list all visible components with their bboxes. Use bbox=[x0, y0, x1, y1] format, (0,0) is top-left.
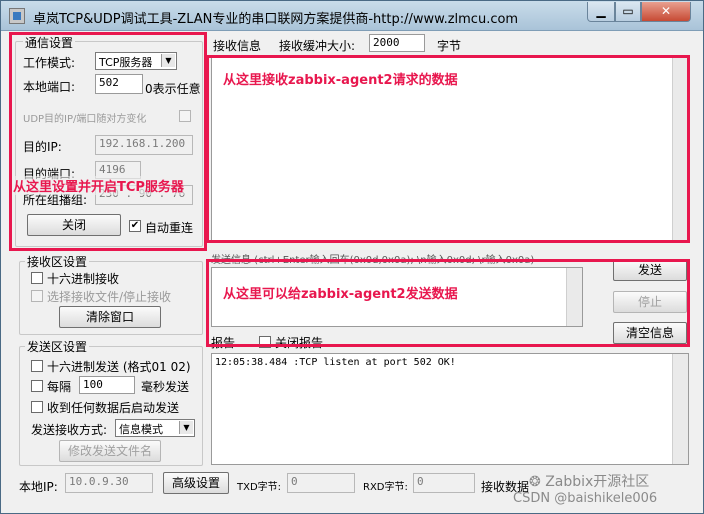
select-file-checkbox[interactable] bbox=[31, 290, 43, 302]
title-bar[interactable]: 卓岚TCP&UDP调试工具-ZLAN专业的串口联网方案提供商-http://ww… bbox=[1, 1, 703, 31]
send-settings-title: 发送区设置 bbox=[25, 338, 90, 355]
hex-recv-checkbox[interactable] bbox=[31, 272, 43, 284]
send-annotation: 从这里可以给zabbix-agent2发送数据 bbox=[223, 287, 458, 302]
modify-send-file-button[interactable]: 修改发送文件名 bbox=[59, 440, 161, 462]
brand-watermark: ❂ Zabbix开源社区 bbox=[529, 471, 649, 491]
local-ip-value: 10.0.9.30 bbox=[65, 473, 153, 493]
local-ip-label: 本地IP: bbox=[19, 480, 58, 494]
ms-label: 毫秒发送 bbox=[141, 380, 190, 394]
txd-value: 0 bbox=[287, 473, 355, 493]
window-title: 卓岚TCP&UDP调试工具-ZLAN专业的串口联网方案提供商-http://ww… bbox=[33, 12, 519, 27]
send-area-highlight bbox=[206, 259, 690, 347]
close-window-button[interactable]: ✕ bbox=[641, 2, 691, 22]
app-window: 卓岚TCP&UDP调试工具-ZLAN专业的串口联网方案提供商-http://ww… bbox=[0, 0, 704, 514]
hex-send-label: 十六进制发送 (格式01 02) bbox=[47, 360, 191, 374]
server-settings-highlight bbox=[9, 32, 207, 251]
app-icon bbox=[9, 8, 25, 24]
every-label: 每隔 bbox=[47, 380, 72, 394]
hex-send-checkbox[interactable] bbox=[31, 360, 43, 372]
interval-input[interactable]: 100 bbox=[79, 376, 135, 394]
txd-label: TXD字节: bbox=[237, 482, 282, 493]
minimize-button[interactable]: ▁ bbox=[587, 2, 615, 22]
recv-buffer-label: 接收缓冲大小: bbox=[279, 39, 356, 53]
send-after-recv-label: 收到任何数据后启动发送 bbox=[47, 401, 180, 415]
report-log: 12:05:38.484 :TCP listen at port 502 OK! bbox=[211, 353, 689, 465]
csdn-watermark: CSDN @baishikele006 bbox=[513, 491, 658, 506]
recv-info-label: 接收信息 bbox=[213, 39, 262, 53]
hex-recv-label: 十六进制接收 bbox=[47, 272, 120, 286]
timed-send-checkbox[interactable] bbox=[31, 380, 43, 392]
recv-buffer-input[interactable]: 2000 bbox=[369, 34, 425, 52]
wechat-icon: ❂ bbox=[529, 474, 546, 490]
maximize-button[interactable]: ▭ bbox=[615, 2, 641, 22]
select-file-label: 选择接收文件/停止接收 bbox=[47, 290, 172, 304]
rxd-label: RXD字节: bbox=[363, 482, 408, 493]
clear-window-button[interactable]: 清除窗口 bbox=[59, 306, 161, 328]
send-after-recv-checkbox[interactable] bbox=[31, 401, 43, 413]
report-scrollbar[interactable] bbox=[672, 354, 688, 464]
send-method-select[interactable]: 信息模式 ▼ bbox=[115, 419, 195, 437]
recv-annotation: 从这里接收zabbix-agent2请求的数据 bbox=[223, 73, 458, 88]
brand-watermark-text: Zabbix开源社区 bbox=[545, 474, 650, 490]
server-annotation: 从这里设置并开启TCP服务器 bbox=[13, 176, 184, 195]
chevron-down-icon: ▼ bbox=[179, 421, 193, 434]
advanced-settings-button[interactable]: 高级设置 bbox=[163, 472, 229, 494]
send-method-value: 信息模式 bbox=[119, 423, 163, 436]
rxd-value: 0 bbox=[413, 473, 475, 493]
recv-buffer-unit: 字节 bbox=[437, 39, 462, 53]
send-method-label: 发送接收方式: bbox=[31, 423, 108, 437]
recv-settings-title: 接收区设置 bbox=[25, 253, 90, 270]
